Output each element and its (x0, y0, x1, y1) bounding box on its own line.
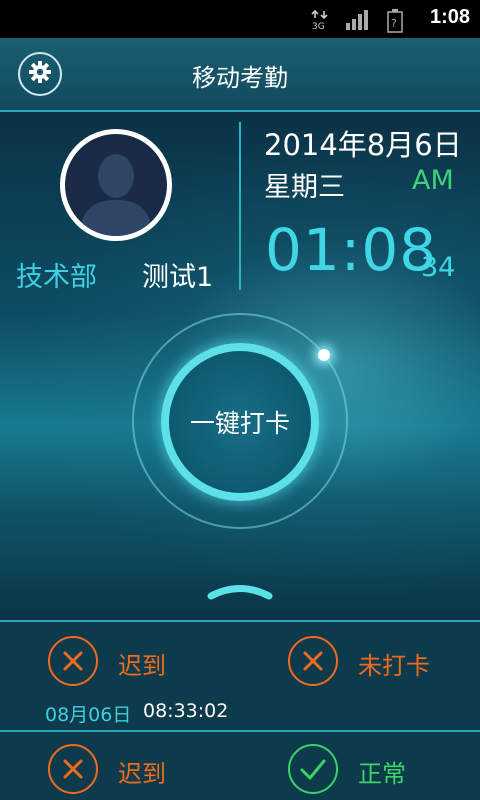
am-pm-indicator: AM (412, 165, 454, 196)
app-header: 移动考勤 (0, 38, 480, 112)
svg-text:?: ? (391, 17, 397, 30)
punch-in-label: 一键打卡 (189, 409, 290, 438)
weekday: 星期三 (264, 172, 345, 203)
battery-unknown-icon: ? (387, 9, 403, 37)
status-time: 1:08 (429, 6, 470, 28)
check-icon (288, 744, 338, 794)
punch-in-button[interactable]: 一键打卡 (161, 343, 319, 501)
record-time: 08:33:02 (143, 700, 229, 722)
svg-text:3G: 3G (312, 22, 325, 31)
close-icon (288, 636, 338, 686)
avatar[interactable] (60, 129, 172, 241)
divider (0, 620, 480, 622)
status-bar: 3G ? 1:08 (0, 0, 480, 38)
clock-time: 01:08 (265, 216, 438, 284)
status-late-label: 迟到 (118, 652, 166, 680)
pull-up-handle[interactable] (205, 579, 275, 605)
divider (0, 730, 480, 732)
user-name: 测试1 (142, 262, 214, 293)
status-normal-label: 正常 (358, 760, 406, 788)
attendance-panel: 技术部 测试1 2014年8月6日 星期三 AM 01:08 34 一键打卡 (0, 112, 480, 620)
divider (239, 122, 241, 290)
data-3g-icon: 3G (311, 9, 329, 35)
status-late-label: 迟到 (118, 760, 166, 788)
attendance-records: 迟到 未打卡 08月06日 08:33:02 迟到 正常 (0, 620, 480, 800)
current-date: 2014年8月6日 (264, 128, 462, 162)
clock-seconds: 34 (421, 252, 456, 283)
signal-bars-icon (345, 9, 371, 35)
chevron-up-icon (207, 585, 273, 600)
record-date: 08月06日 (45, 704, 132, 726)
close-icon (48, 744, 98, 794)
person-silhouette-icon (79, 154, 153, 236)
department-label: 技术部 (16, 262, 97, 293)
status-missed-label: 未打卡 (358, 652, 430, 680)
page-title: 移动考勤 (192, 64, 288, 92)
close-icon (48, 636, 98, 686)
ring-glow-dot (318, 349, 330, 361)
